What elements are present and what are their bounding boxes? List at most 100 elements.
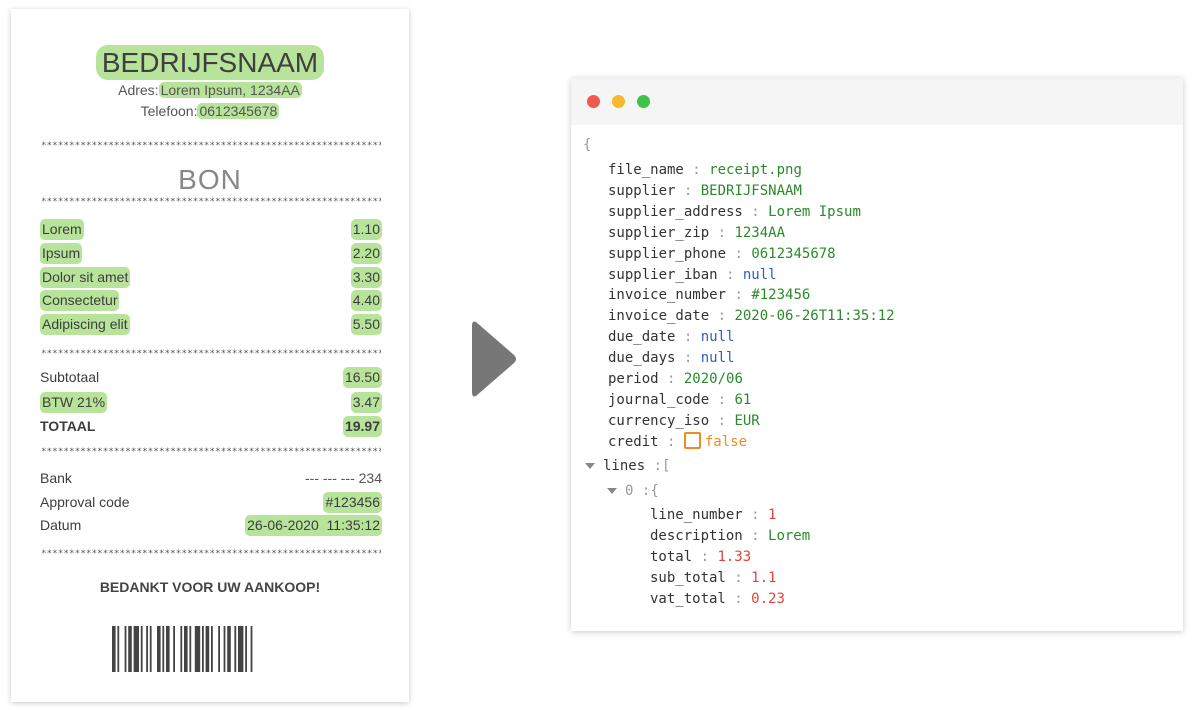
collapse-icon[interactable]: [585, 463, 595, 469]
json-key: currency_iso: [608, 412, 710, 429]
divider: ****************************************…: [41, 141, 381, 151]
item-name: Consectetur: [40, 290, 120, 311]
barcode-bar: [180, 626, 183, 672]
json-separator: :: [675, 329, 701, 346]
lines-node[interactable]: lines :[: [585, 456, 670, 477]
json-value: 1234AA: [734, 224, 786, 241]
barcode-bar: [173, 626, 175, 672]
json-separator: :: [726, 245, 752, 262]
json-field-line-number: line_number : 1: [650, 505, 776, 526]
json-value: false: [704, 433, 748, 450]
divider: ****************************************…: [41, 447, 381, 457]
json-field-supplier: supplier : BEDRIJFSNAAM: [608, 181, 802, 202]
bank-row: Bank --- --- --- 234: [40, 468, 382, 489]
barcode-bar: [227, 626, 231, 672]
bank-value: --- --- --- 234: [305, 470, 382, 486]
json-field-supplier-phone: supplier_phone : 0612345678: [608, 244, 836, 265]
item-name: Lorem: [40, 219, 84, 240]
json-key: supplier_address: [608, 203, 743, 220]
barcode-bar: [234, 626, 237, 672]
json-field-journal-code: journal_code : 61: [608, 390, 751, 411]
receipt-title: BON: [178, 164, 242, 195]
item-row: Adipiscing elit 5.50: [40, 314, 382, 335]
barcode-bar: [128, 626, 132, 672]
json-separator: :: [709, 412, 735, 429]
json-separator: :: [725, 590, 752, 607]
json-field-file-name: file_name : receipt.png: [608, 160, 802, 181]
json-key: period: [608, 371, 659, 387]
date-value: 26-06-2020 11:35:12: [245, 515, 382, 536]
barcode-bar: [157, 626, 161, 672]
close-dot[interactable]: [587, 95, 600, 108]
barcode-bar: [184, 626, 188, 672]
json-key: invoice_date: [608, 308, 710, 325]
checkbox-icon[interactable]: [683, 432, 701, 450]
item-name: Adipiscing elit: [40, 314, 130, 335]
json-separator: :: [742, 203, 769, 220]
barcode-bar: [189, 626, 192, 672]
json-separator: :: [725, 569, 752, 586]
json-separator: :: [709, 391, 735, 408]
json-key: invoice_number: [608, 287, 727, 304]
json-field-invoice-date: invoice_date : 2020-06-26T11:35:12: [608, 306, 895, 327]
thank-you-message: BEDANKT VOOR UW AANKOOP!: [99, 579, 321, 595]
barcode-bar: [218, 626, 220, 672]
divider: ****************************************…: [41, 549, 381, 559]
json-separator: :: [658, 371, 684, 387]
barcode-bar: [211, 626, 213, 672]
json-value: 61: [734, 391, 752, 408]
barcode: [112, 626, 253, 672]
json-field-total: total : 1.33: [650, 547, 751, 568]
json-separator: :: [675, 350, 701, 367]
vat-label: BTW 21%: [40, 392, 108, 413]
receipt: BEDRIJFSNAAM Adres: Lorem Ipsum, 1234AA T…: [11, 9, 409, 702]
subtotal-label: Subtotaal: [40, 369, 100, 385]
json-field-due-date: due_date : null: [608, 327, 734, 348]
json-separator: :: [709, 308, 735, 325]
barcode-bar: [133, 626, 139, 672]
item-price: 3.30: [350, 267, 382, 288]
barcode-bar: [149, 626, 152, 672]
arrow-right-icon: [472, 321, 516, 397]
phone-value: 0612345678: [197, 103, 280, 119]
barcode-bar: [166, 626, 170, 672]
collapse-icon[interactable]: [607, 488, 617, 494]
vat-value: 3.47: [350, 392, 382, 413]
json-field-supplier-iban: supplier_iban : null: [608, 265, 777, 286]
item-price: 5.50: [350, 314, 382, 335]
json-value: 1.33: [717, 548, 752, 565]
json-key: due_date: [608, 329, 676, 346]
json-value: receipt.png: [709, 162, 802, 178]
item-row: Ipsum 2.20: [40, 243, 382, 264]
json-value: 2020/06: [683, 371, 743, 387]
json-separator: :: [692, 548, 718, 565]
json-separator: :: [683, 162, 710, 178]
minimize-dot[interactable]: [612, 95, 625, 108]
json-key: file_name: [608, 162, 684, 178]
json-key: line_number: [650, 507, 743, 523]
maximize-dot[interactable]: [637, 95, 650, 108]
barcode-bar: [117, 626, 120, 672]
json-value: BEDRIJFSNAAM: [700, 182, 802, 199]
approval-value: #123456: [323, 492, 382, 513]
address-line: Adres: Lorem Ipsum, 1234AA: [118, 82, 302, 98]
approval-row: Approval code #123456: [40, 492, 382, 513]
json-value: null: [742, 266, 777, 283]
json-key: due_days: [608, 350, 676, 367]
json-value: 1.1: [751, 569, 777, 586]
item-row: Consectetur 4.40: [40, 290, 382, 311]
json-separator: :: [709, 224, 735, 241]
json-key: total: [650, 548, 693, 565]
json-field-vat-total: vat_total : 0.23: [650, 589, 785, 610]
lines-item-node[interactable]: 0 :{: [607, 481, 659, 502]
address-value: Lorem Ipsum, 1234AA: [158, 82, 302, 98]
json-key: description: [650, 527, 743, 544]
date-row: Datum 26-06-2020 11:35:12: [40, 515, 382, 536]
json-field-invoice-number: invoice_number : #123456: [608, 285, 810, 306]
json-value: 2020-06-26T11:35:12: [734, 308, 895, 325]
barcode-bar: [194, 626, 201, 672]
company-name: BEDRIJFSNAAM: [11, 45, 409, 80]
phone-line: Telefoon: 0612345678: [140, 103, 280, 119]
json-key: supplier_zip: [608, 224, 710, 241]
json-separator: :: [658, 433, 684, 450]
